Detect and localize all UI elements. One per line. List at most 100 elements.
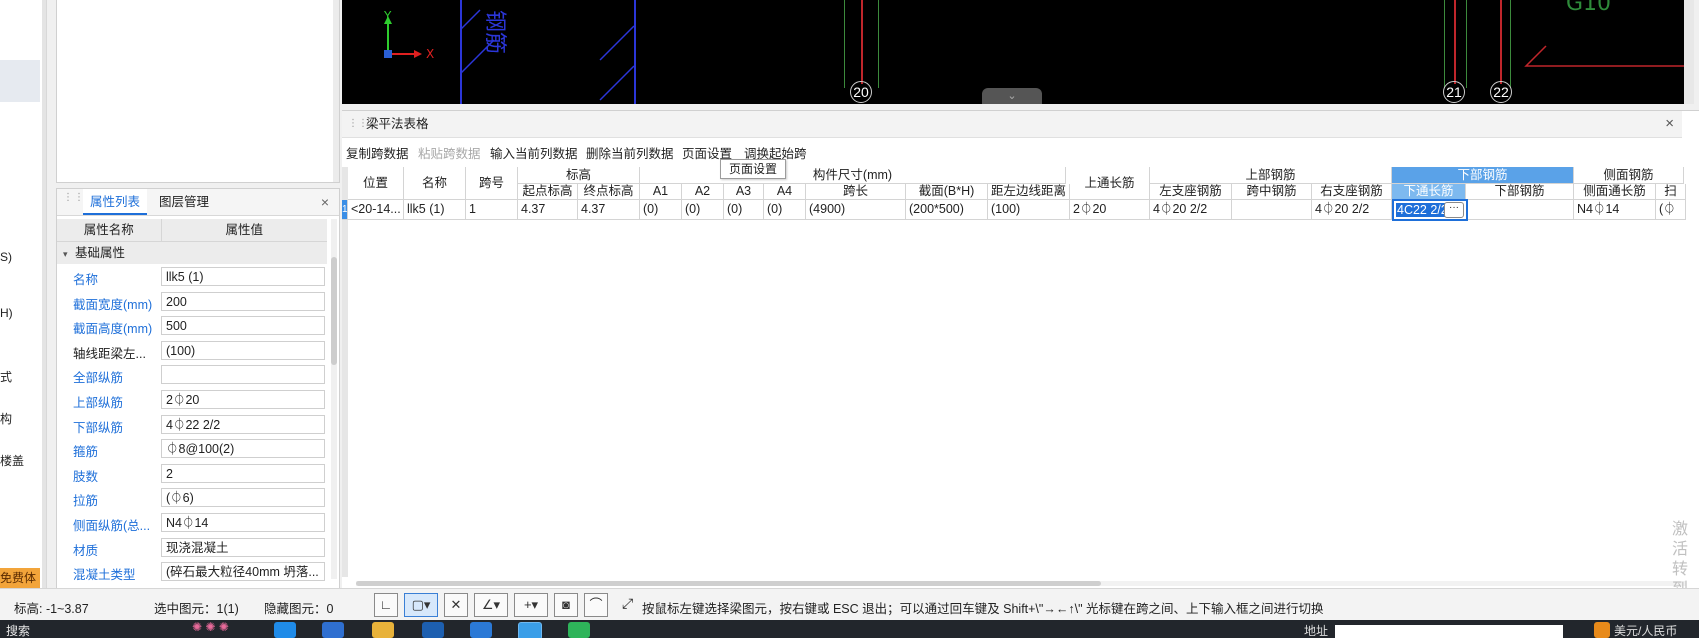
column-header-left-support[interactable]: 左支座钢筋 [1150, 184, 1232, 200]
cell-end-elev[interactable]: 4.37 [578, 200, 640, 220]
property-row[interactable]: 侧面纵筋(总... N4⏀14 [57, 511, 327, 536]
left-strip-label[interactable]: 构 [0, 410, 12, 427]
column-header-side-through[interactable]: 侧面通长筋 [1574, 184, 1656, 200]
toolbar-button[interactable]: 删除当前列数据 [586, 143, 674, 162]
cell-span-no[interactable]: 1 [466, 200, 518, 220]
cross-select-icon[interactable]: ✕ [444, 593, 468, 617]
property-value-field[interactable]: 现浇混凝土 [161, 537, 325, 557]
collapse-triangle-icon[interactable]: ▾ [63, 249, 68, 259]
taskbar-address-box[interactable] [1335, 625, 1563, 638]
cell-left-support[interactable]: 4⏀20 2/2 [1150, 200, 1232, 220]
cad-scrollbar[interactable] [1684, 0, 1694, 104]
column-header-bottom-rebar[interactable]: 下部钢筋 [1392, 167, 1574, 184]
free-trial-badge[interactable]: 免费体验 [0, 568, 40, 588]
cell-right-support[interactable]: 4⏀20 2/2 [1312, 200, 1392, 220]
property-row[interactable]: 混凝土类型 (碎石最大粒径40mm 坍落... [57, 560, 327, 585]
toolbar-button[interactable]: 输入当前列数据 [490, 143, 578, 162]
property-row[interactable]: 全部纵筋 [57, 363, 327, 388]
property-value-field[interactable]: (100) [161, 340, 325, 360]
rect-select-icon[interactable]: ▢▾ [404, 593, 438, 617]
tab-layer-management[interactable]: 图层管理 [159, 189, 209, 215]
column-header-position[interactable]: 位置 [348, 167, 404, 200]
beam-table-horizontal-scrollbar[interactable] [356, 581, 1686, 586]
cell-bottom-through-editor[interactable]: 4C22 2/2 ··· [1392, 199, 1468, 221]
store-icon[interactable] [322, 622, 344, 638]
cell-a3[interactable]: (0) [724, 200, 764, 220]
edge-icon[interactable] [274, 622, 296, 638]
property-value-field[interactable]: (碎石最大粒径40mm 坍落... [161, 562, 325, 582]
cell-partial[interactable]: (⏀ [1656, 200, 1686, 220]
column-header-side-rebar[interactable]: 侧面钢筋 [1574, 167, 1684, 184]
property-value-field[interactable]: N4⏀14 [161, 513, 325, 532]
cell-top-through[interactable]: 2⏀20 [1070, 200, 1150, 220]
column-header-a2[interactable]: A2 [682, 184, 724, 200]
panel-scrollbar[interactable] [333, 0, 339, 182]
property-row[interactable]: 轴线距梁左... (100) [57, 339, 327, 364]
left-strip-label[interactable]: 楼盖 [0, 452, 24, 469]
column-header-bottom-through[interactable]: 下通长筋 [1392, 184, 1466, 200]
column-header-elevation[interactable]: 标高 [518, 167, 640, 184]
fireworks-icon[interactable]: ✺ ✺ ✺ [192, 620, 252, 636]
cell-a1[interactable]: (0) [640, 200, 682, 220]
angle-icon[interactable]: ∠▾ [474, 593, 508, 617]
drag-grip-icon[interactable]: ⋮⋮ [348, 118, 368, 129]
app-icon[interactable] [470, 622, 492, 638]
toolbar-button[interactable]: 粘贴跨数据 [418, 143, 481, 162]
property-row[interactable]: 拉筋 (⏀6) [57, 486, 327, 511]
property-value-field[interactable]: 4⏀22 2/2 [161, 414, 325, 434]
property-value-field[interactable]: llk5 (1) [161, 267, 325, 286]
property-value-field[interactable]: ⏀8@100(2) [161, 439, 325, 459]
cell-a2[interactable]: (0) [682, 200, 724, 220]
column-header-span-no[interactable]: 跨号 [466, 167, 518, 200]
property-panel-scrollbar[interactable] [331, 219, 337, 579]
widget-icon[interactable] [1594, 622, 1610, 638]
toolbar-button[interactable]: 复制跨数据 [346, 143, 409, 162]
left-strip-label[interactable]: H) [0, 306, 13, 320]
left-strip-selected-item[interactable] [0, 60, 40, 102]
property-value-field[interactable]: 2 [161, 463, 325, 483]
browser-icon[interactable] [568, 622, 590, 638]
left-strip-scrollbar[interactable] [42, 0, 46, 590]
column-header-end-elev[interactable]: 终点标高 [578, 184, 640, 200]
column-header-bottom-rebar-sub[interactable]: 下部钢筋 [1466, 184, 1574, 200]
cell-start-elev[interactable]: 4.37 [518, 200, 578, 220]
property-row[interactable]: 截面高度(mm) 500 [57, 314, 327, 339]
column-header-right-support[interactable]: 右支座钢筋 [1312, 184, 1392, 200]
column-header-span-len[interactable]: 跨长 [806, 184, 906, 200]
cell-side-through[interactable]: N4⏀14 [1574, 200, 1656, 220]
property-value-field[interactable] [161, 365, 325, 385]
column-header-top-rebar[interactable]: 上部钢筋 [1150, 167, 1392, 184]
folder-icon[interactable] [372, 622, 394, 638]
drag-grip-icon[interactable]: ⋮⋮ [63, 193, 84, 209]
column-header-name[interactable]: 名称 [404, 167, 466, 200]
ellipsis-button[interactable]: ··· [1444, 202, 1464, 218]
property-group-basic[interactable]: ▾ 基础属性 [57, 242, 327, 264]
glodon-app-icon[interactable] [518, 622, 542, 638]
property-row[interactable]: 箍筋 ⏀8@100(2) [57, 437, 327, 462]
cell-left-edge[interactable]: (100) [988, 200, 1070, 220]
cell-section[interactable]: (200*500) [906, 200, 988, 220]
taskbar-search[interactable]: 搜索 [6, 622, 30, 638]
property-row[interactable]: 肢数 2 [57, 462, 327, 487]
left-strip-label[interactable]: 式 [0, 368, 12, 385]
left-strip-label[interactable]: S) [0, 250, 12, 264]
column-header-top-through[interactable]: 上通长筋 [1070, 167, 1150, 200]
column-header-a4[interactable]: A4 [764, 184, 806, 200]
property-row[interactable]: 名称 llk5 (1) [57, 265, 327, 290]
property-value-field[interactable]: 2⏀20 [161, 390, 325, 409]
cell-mid-span[interactable] [1232, 200, 1312, 220]
property-value-field[interactable]: 200 [161, 291, 325, 311]
column-header-a3[interactable]: A3 [724, 184, 764, 200]
cell-bottom-rebar[interactable] [1466, 200, 1574, 220]
column-header-partial[interactable]: 扫 [1656, 184, 1686, 200]
column-header-mid-span[interactable]: 跨中钢筋 [1232, 184, 1312, 200]
column-header-dims[interactable]: 构件尺寸(mm) [640, 167, 1066, 184]
cell-a4[interactable]: (0) [764, 200, 806, 220]
column-header-start-elev[interactable]: 起点标高 [518, 184, 578, 200]
arc-icon[interactable]: ⌒ [584, 593, 608, 617]
property-row[interactable]: 材质 现浇混凝土 [57, 536, 327, 561]
close-icon[interactable]: × [321, 189, 329, 215]
close-icon[interactable]: × [1665, 111, 1674, 137]
cell-position[interactable]: <20-14... [348, 200, 404, 220]
panel-collapse-grip[interactable]: ⌄ [982, 88, 1042, 104]
